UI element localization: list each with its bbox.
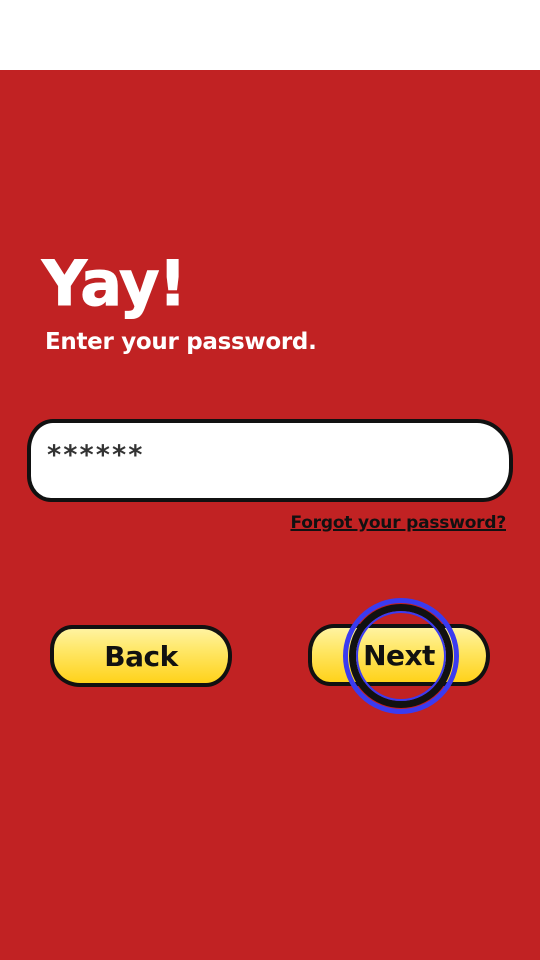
back-button-label: Back — [104, 639, 178, 673]
password-field[interactable] — [27, 419, 513, 502]
next-button-label: Next — [363, 638, 435, 672]
back-button[interactable]: Back — [50, 625, 232, 687]
login-screen: Yay! Enter your password. ****** Forgot … — [0, 0, 540, 960]
page-subtitle: Enter your password. — [45, 329, 317, 355]
status-bar — [0, 0, 540, 70]
forgot-password-link[interactable]: Forgot your password? — [290, 513, 506, 533]
page-title: Yay! — [42, 247, 188, 320]
next-button[interactable]: Next — [308, 624, 490, 686]
